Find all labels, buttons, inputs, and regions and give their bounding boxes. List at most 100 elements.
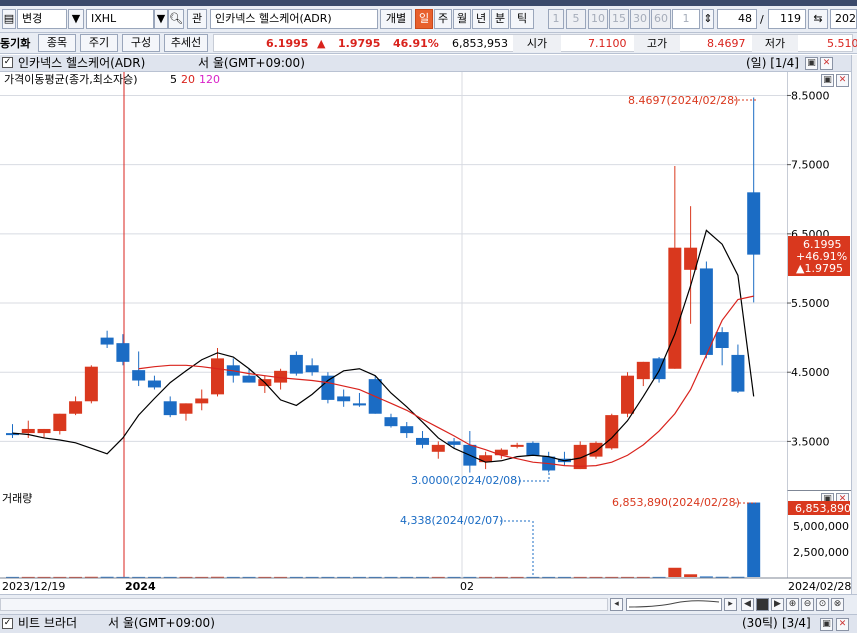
ma20-line (138, 295, 754, 467)
period-week-button[interactable]: 주 (434, 9, 452, 29)
ma5-legend: 5 (170, 73, 177, 86)
year-field[interactable]: 2024 (830, 9, 857, 29)
minute-30-button[interactable]: 30 (630, 9, 650, 29)
candle-body (589, 442, 603, 457)
current-price: 6.1995 (266, 37, 309, 50)
volume-bars (6, 502, 761, 578)
scroll-back-icon[interactable]: ◀ (741, 598, 754, 611)
open-value: 7.1100 (588, 37, 627, 50)
chart-close-icon[interactable]: ✕ (820, 57, 833, 70)
minute-1-button[interactable]: 1 (548, 9, 564, 29)
individual-button[interactable]: 개별 (380, 9, 412, 29)
item-button-label: 종목 (46, 36, 68, 49)
candle-body (116, 343, 130, 362)
zoom-fit-icon[interactable]: ⊗ (831, 598, 844, 611)
candle-body (147, 380, 161, 388)
chart-visible-checkbox[interactable]: ✓ (2, 57, 13, 68)
low-value: 5.510 (827, 37, 857, 50)
step-value: 1 (682, 12, 690, 25)
candle-body (605, 415, 619, 449)
ma120-legend: 120 (199, 73, 220, 86)
mode-chevron-down-icon[interactable]: ▼ (68, 9, 84, 29)
mode-select[interactable]: 변경 (17, 9, 67, 29)
secondary-chart-checkbox[interactable]: ✓ (2, 618, 13, 629)
period-year-button[interactable]: 년 (472, 9, 490, 29)
date-year-marker: 2024 (125, 580, 156, 593)
candle-body (699, 268, 713, 355)
open-label: 시가 (513, 35, 561, 52)
candle-body (100, 337, 114, 345)
period-minute-label: 분 (494, 12, 506, 25)
refresh-icon[interactable]: ⇆ (808, 9, 828, 29)
candle-body (573, 444, 587, 470)
candle-body (321, 375, 335, 400)
trendline-button-label: 추세선 (170, 36, 202, 49)
period-month-label: 월 (456, 12, 468, 25)
zoom-out-icon[interactable]: ⊖ (801, 598, 814, 611)
candle-body (132, 370, 146, 381)
foreign-button[interactable]: 관 (187, 9, 207, 29)
secondary-config-icon[interactable]: ▣ (820, 618, 833, 631)
candle-body (352, 403, 366, 406)
minute-10-button[interactable]: 10 (588, 9, 608, 29)
date-start: 2023/12/19 (2, 580, 65, 593)
candle-body (242, 375, 256, 383)
scroll-range-slider[interactable] (626, 598, 722, 611)
search-icon[interactable]: 🔍︎ (168, 9, 184, 29)
last-volume-text: 6,853,890 (795, 502, 851, 515)
symbol-input[interactable]: IXHL (86, 9, 154, 29)
period-day-button[interactable]: 일 (415, 9, 433, 29)
period-month-button[interactable]: 월 (453, 9, 471, 29)
symbol-value: IXHL (91, 12, 117, 25)
foreign-label: 관 (191, 12, 203, 25)
quote-bar: 동기화 종목 주기 구성 추세선 6.1995 ▲ 1.9795 46.91% … (0, 33, 857, 54)
candle-body (21, 428, 35, 434)
window-menu-icon[interactable]: ▤ (2, 9, 16, 29)
candle-body (494, 449, 508, 456)
candle-body (337, 396, 351, 402)
item-button[interactable]: 종목 (38, 34, 76, 52)
candlestick-chart[interactable]: 가격이동평균(종가,최소자승) 5 20 120 8.50007.50006.5… (0, 72, 851, 594)
candle-body (636, 361, 650, 380)
step-input[interactable]: 1 (672, 9, 700, 29)
minute-60-button[interactable]: 60 (651, 9, 671, 29)
chart-config-icon[interactable]: ▣ (805, 57, 818, 70)
period-tick-button[interactable]: 틱 (510, 9, 534, 29)
volume-bar (747, 502, 761, 577)
total-field: 119 (768, 9, 806, 29)
period-day-label: 일 (418, 12, 430, 25)
minute-5-button[interactable]: 5 (566, 9, 586, 29)
minute-15-button[interactable]: 15 (609, 9, 629, 29)
compose-button-label: 구성 (130, 36, 152, 49)
candle-body (668, 247, 682, 369)
toolbar-main: ▤ 변경 ▼ IXHL ▼ 🔍︎ 관 인카넥스 헬스케어(ADR) 개별 일 주… (0, 6, 857, 33)
compose-button[interactable]: 구성 (122, 34, 160, 52)
candle-body (416, 437, 430, 445)
step-spinner[interactable]: ⇕ (702, 9, 714, 29)
scroll-left-icon[interactable]: ◂ (610, 598, 623, 611)
ma-legend-label: 가격이동평균(종가,최소자승) (4, 73, 138, 86)
high-value: 8.4697 (707, 37, 746, 50)
scroll-forward-icon[interactable]: ▶ (771, 598, 784, 611)
chart-page-info: (일) [1/4] (746, 56, 799, 70)
minute-60-label: 60 (654, 12, 668, 25)
right-scrollbar[interactable] (851, 55, 857, 600)
count-input[interactable]: 48 (717, 9, 757, 29)
period-minute-button[interactable]: 분 (491, 9, 509, 29)
candle-body (684, 247, 698, 270)
stop-icon[interactable] (756, 598, 769, 611)
symbol-chevron-down-icon[interactable]: ▼ (154, 9, 168, 29)
candle-body (621, 375, 635, 414)
candle-body (195, 398, 209, 404)
scroll-right-small-icon[interactable]: ▸ (724, 598, 737, 611)
horizontal-scroll-track[interactable] (0, 598, 608, 611)
candle-body (163, 401, 177, 416)
low-label: 저가 (752, 35, 798, 52)
candle-body (384, 417, 398, 427)
secondary-close-icon[interactable]: ✕ (836, 618, 849, 631)
trendline-button[interactable]: 추세선 (164, 34, 208, 52)
cycle-button[interactable]: 주기 (80, 34, 118, 52)
minute-1-label: 1 (552, 12, 560, 25)
zoom-reset-icon[interactable]: ⊙ (816, 598, 829, 611)
zoom-in-icon[interactable]: ⊕ (786, 598, 799, 611)
